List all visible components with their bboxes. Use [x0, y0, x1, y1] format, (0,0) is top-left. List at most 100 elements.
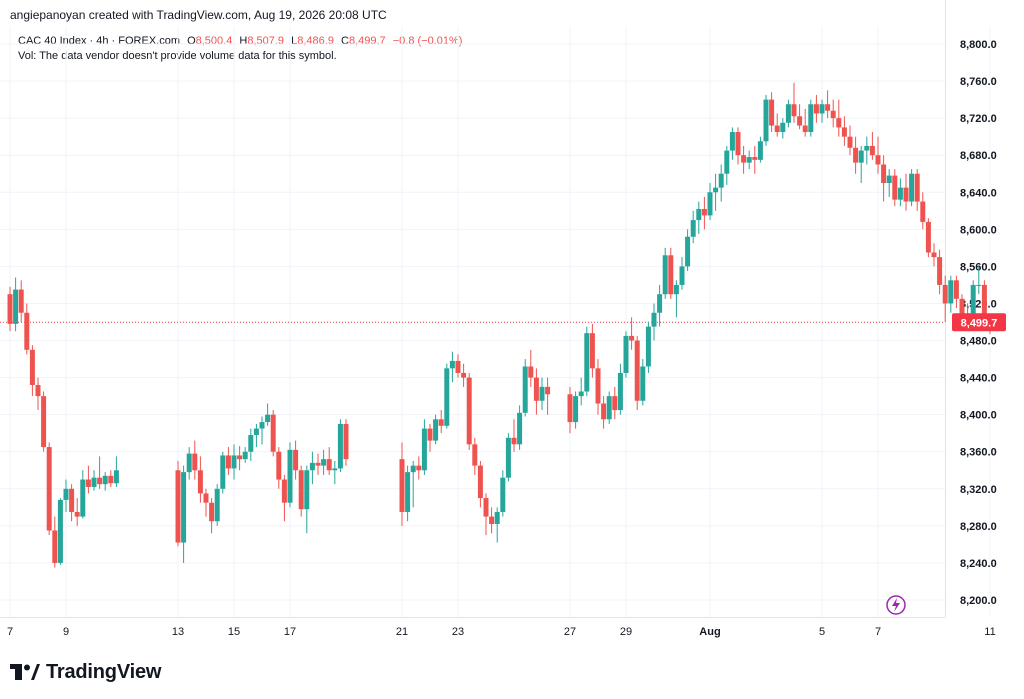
candle-down — [841, 127, 847, 137]
candle-down — [427, 428, 433, 441]
x-tick-label: 9 — [63, 626, 69, 638]
candle-down — [466, 377, 472, 445]
candle-up — [713, 187, 719, 193]
candle-down — [477, 465, 483, 499]
candlestick-chart[interactable]: 8,200.0 8,240.0 8,280.0 8,320.0 8,360.0 8,400… — [0, 0, 1024, 699]
candle-up — [57, 499, 63, 563]
candle-down — [511, 437, 517, 445]
candle-up — [181, 472, 187, 543]
candle-down — [589, 333, 595, 369]
candle-down — [455, 360, 461, 373]
candle-down — [836, 118, 842, 128]
candle-down — [612, 396, 618, 411]
candle-down — [24, 312, 30, 350]
candle-up — [718, 173, 724, 188]
candle-up — [517, 412, 523, 445]
x-tick-label: 7 — [7, 626, 13, 638]
candle-down — [276, 451, 282, 480]
candle-down — [925, 221, 931, 253]
candle-up — [724, 150, 730, 174]
y-tick-label: 8,600.0 — [960, 224, 997, 236]
y-tick-label: 8,760.0 — [960, 76, 997, 88]
candle-down — [931, 252, 937, 258]
candle-down — [892, 175, 898, 200]
candle-down — [197, 470, 203, 494]
candle-down — [813, 104, 819, 114]
y-tick-label: 8,240.0 — [960, 558, 997, 570]
candle-down — [701, 208, 707, 216]
candle-down — [545, 386, 551, 395]
candle-up — [606, 396, 612, 420]
candle-down — [203, 493, 209, 503]
candle-up — [259, 422, 265, 429]
candle-down — [953, 280, 959, 299]
candle-down — [881, 164, 887, 183]
x-tick-label: 7 — [875, 626, 881, 638]
x-tick-label: 11 — [984, 626, 995, 638]
candle-up — [13, 289, 19, 324]
candle-down — [108, 475, 114, 484]
candle-up — [265, 414, 271, 423]
candle-up — [449, 360, 455, 369]
candle-down — [46, 447, 52, 531]
candle-up — [63, 488, 69, 500]
candle-up — [304, 470, 310, 510]
candle-up — [405, 472, 411, 512]
candle-down — [853, 147, 859, 163]
y-tick-label: 8,720.0 — [960, 113, 997, 125]
candle-up — [433, 419, 439, 441]
candle-up — [494, 511, 500, 525]
candle-up — [242, 451, 248, 460]
candle-down — [752, 157, 758, 160]
candle-up — [584, 333, 590, 392]
candle-down — [52, 530, 58, 563]
y-tick-label: 8,280.0 — [960, 521, 997, 533]
candle-down — [343, 423, 349, 460]
last-price-label: 8,499.7 — [961, 317, 998, 329]
candle-up — [410, 465, 416, 473]
candle-up — [673, 284, 679, 295]
candle-up — [707, 192, 713, 216]
candle-down — [175, 470, 181, 543]
y-tick-label: 8,800.0 — [960, 39, 997, 51]
candle-down — [298, 470, 304, 510]
candle-down — [741, 155, 747, 163]
candle-down — [875, 155, 881, 165]
candle-up — [421, 428, 427, 471]
candle-up — [785, 104, 791, 123]
candle-up — [220, 455, 226, 489]
candle-down — [774, 125, 780, 133]
candle-down — [225, 455, 231, 469]
candle-up — [248, 435, 254, 452]
candle-up — [909, 173, 915, 202]
candle-up — [645, 326, 651, 367]
x-tick-label: 23 — [452, 626, 464, 638]
candle-up — [332, 468, 338, 471]
candle-down — [601, 403, 607, 420]
x-tick-label: 21 — [396, 626, 408, 638]
candle-up — [113, 470, 119, 484]
y-tick-label: 8,680.0 — [960, 150, 997, 162]
candle-down — [399, 459, 405, 512]
candle-down — [315, 462, 321, 466]
candle-up — [573, 396, 579, 423]
candle-down — [914, 173, 920, 202]
candle-up — [539, 386, 545, 401]
candle-up — [696, 208, 702, 221]
candle-up — [685, 236, 691, 267]
candle-up — [819, 104, 825, 114]
candle-up — [337, 423, 343, 469]
candle-up — [948, 280, 954, 304]
y-tick-label: 8,400.0 — [960, 410, 997, 422]
candle-down — [769, 99, 775, 126]
candle-down — [489, 516, 495, 525]
candle-down — [326, 459, 332, 471]
candle-up — [505, 437, 511, 478]
candle-down — [7, 294, 13, 324]
tradingview-logo[interactable]: TradingView — [10, 660, 161, 684]
candle-down — [29, 349, 35, 386]
candle-down — [920, 201, 926, 222]
candle-up — [657, 294, 663, 313]
candle-down — [416, 465, 422, 471]
candle-up — [102, 475, 108, 485]
